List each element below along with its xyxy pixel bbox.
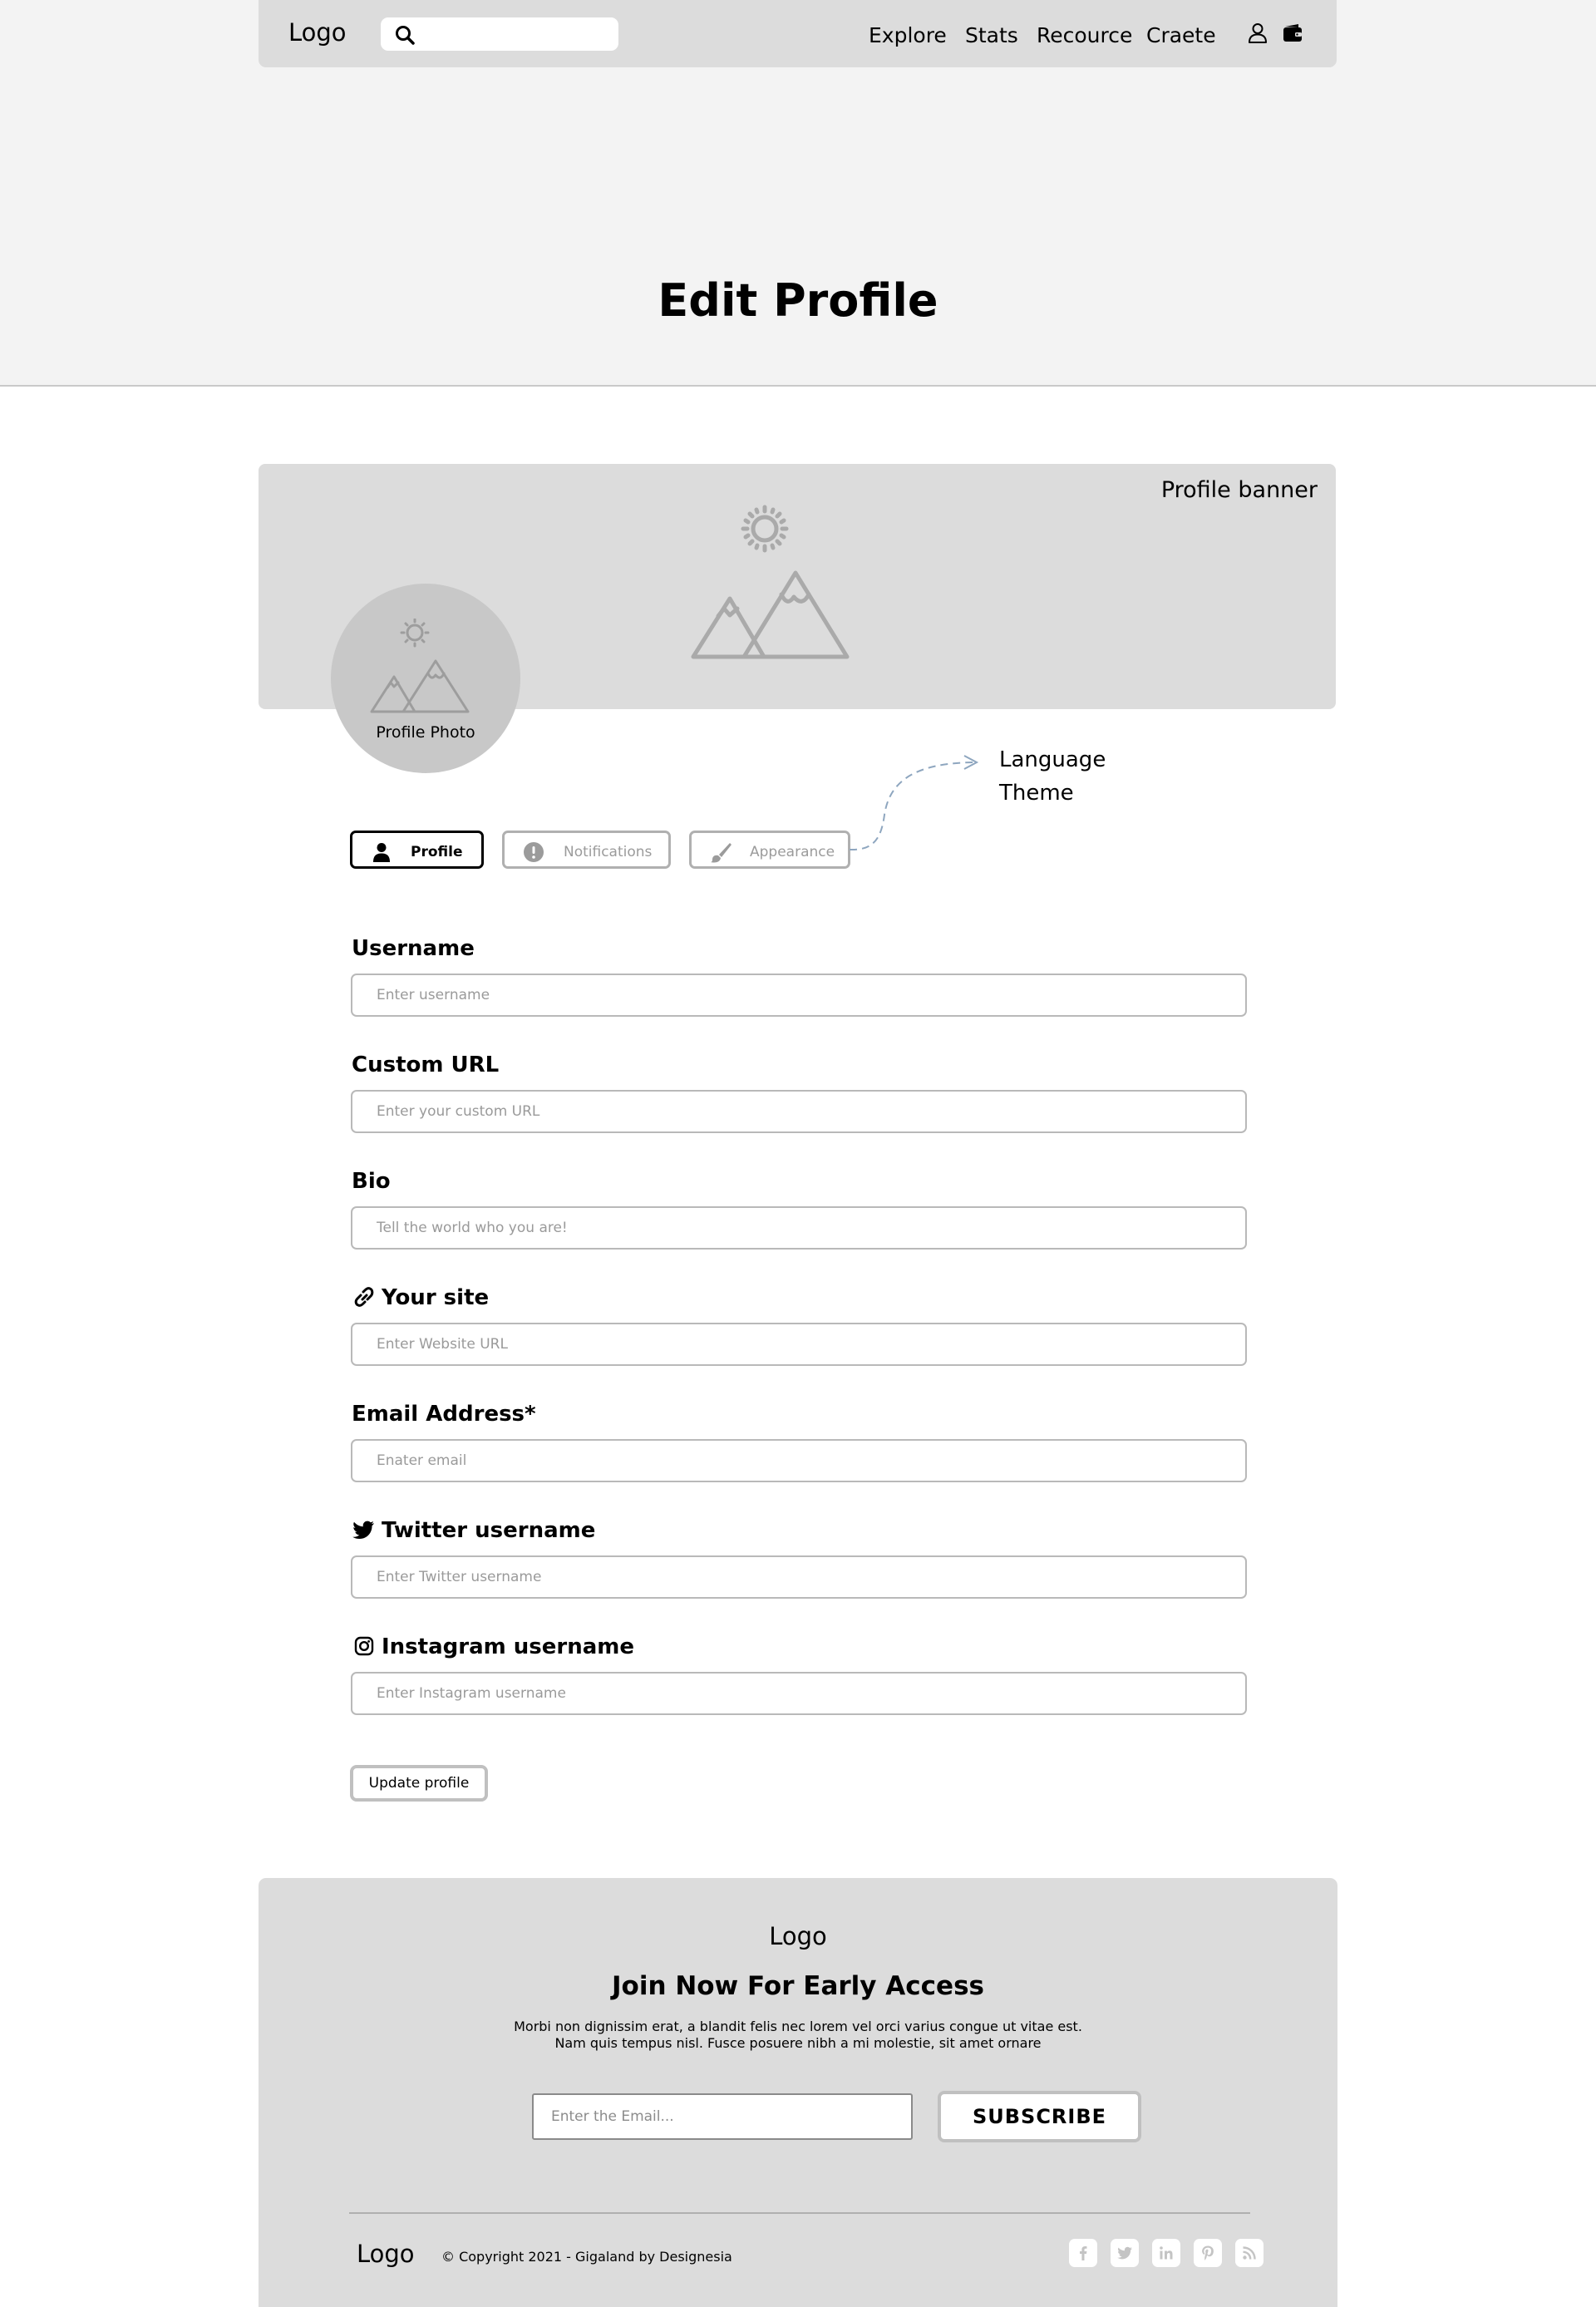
your-site-label: Your site xyxy=(352,1285,489,1310)
tab-profile-label: Profile xyxy=(411,844,463,860)
website-url-input[interactable] xyxy=(351,1323,1247,1366)
profile-photo-label: Profile Photo xyxy=(376,723,475,742)
footer-description: Morbi non dignissim erat, a blandit feli… xyxy=(514,2019,1082,2051)
footer-logo[interactable]: Logo xyxy=(259,1922,1337,1950)
twitter-username-input[interactable] xyxy=(351,1555,1247,1599)
tab-notifications[interactable]: Notifications xyxy=(502,831,671,869)
footer-heading: Join Now For Early Access xyxy=(612,1971,984,2001)
nav-create[interactable]: Craete xyxy=(1146,23,1216,47)
nav-resource[interactable]: Recource xyxy=(1037,23,1132,47)
search-icon[interactable] xyxy=(394,24,416,46)
email-input[interactable] xyxy=(351,1439,1247,1482)
tab-notifications-label: Notifications xyxy=(564,844,653,860)
instagram-username-input[interactable] xyxy=(351,1672,1247,1715)
email-label: Email Address* xyxy=(352,1402,536,1427)
newsletter-email-input[interactable] xyxy=(532,2093,913,2140)
wallet-icon[interactable] xyxy=(1281,22,1304,45)
alert-icon xyxy=(523,841,544,863)
twitter-icon[interactable] xyxy=(1111,2239,1139,2267)
twitter-label-text: Twitter username xyxy=(382,1518,596,1543)
tab-profile[interactable]: Profile xyxy=(350,831,484,869)
profile-photo[interactable]: Profile Photo xyxy=(331,584,520,773)
facebook-icon[interactable] xyxy=(1069,2239,1097,2267)
rss-icon[interactable] xyxy=(1235,2239,1264,2267)
instagram-icon xyxy=(352,1635,377,1657)
banner-image-placeholder-icon xyxy=(691,505,850,659)
tab-appearance-label: Appearance xyxy=(750,844,835,860)
instagram-label: Instagram username xyxy=(352,1634,634,1659)
linkedin-icon[interactable] xyxy=(1152,2239,1180,2267)
footer-divider xyxy=(349,2212,1250,2214)
footer: Logo Join Now For Early Access Morbi non… xyxy=(259,1878,1337,2307)
profile-photo-placeholder-icon xyxy=(370,619,470,713)
page-title: Edit Profile xyxy=(658,274,938,327)
profile-banner-label: Profile banner xyxy=(1160,477,1318,503)
twitter-icon xyxy=(352,1519,377,1540)
twitter-label: Twitter username xyxy=(352,1518,595,1543)
custom-url-input[interactable] xyxy=(351,1090,1247,1133)
hero-section: Logo Explore Stats Recource Craete Edit … xyxy=(0,0,1596,387)
search-box[interactable] xyxy=(381,17,618,51)
update-profile-button[interactable]: Update profile xyxy=(350,1765,488,1802)
your-site-label-text: Your site xyxy=(382,1285,490,1310)
nav-stats[interactable]: Stats xyxy=(965,23,1018,47)
bio-input[interactable] xyxy=(351,1206,1247,1250)
username-input[interactable] xyxy=(351,974,1247,1017)
appearance-option-theme[interactable]: Theme xyxy=(999,781,1074,806)
username-label: Username xyxy=(352,936,475,961)
user-icon[interactable] xyxy=(1246,22,1269,45)
tab-appearance[interactable]: Appearance xyxy=(689,831,850,869)
bio-label: Bio xyxy=(352,1169,391,1194)
footer-bottom-logo[interactable]: Logo xyxy=(357,2240,415,2268)
custom-url-label: Custom URL xyxy=(352,1052,500,1077)
link-icon xyxy=(352,1286,377,1308)
copyright-text: © Copyright 2021 - Gigaland by Designesi… xyxy=(441,2249,732,2265)
header-logo[interactable]: Logo xyxy=(288,18,347,47)
pinterest-icon[interactable] xyxy=(1194,2239,1222,2267)
instagram-label-text: Instagram username xyxy=(382,1634,634,1659)
paintbrush-icon xyxy=(710,841,732,863)
top-navbar: Logo Explore Stats Recource Craete xyxy=(259,0,1337,67)
user-icon xyxy=(371,841,392,863)
subscribe-button[interactable]: SUBSCRIBE xyxy=(938,2091,1141,2142)
appearance-submenu-connector xyxy=(849,755,979,851)
nav-explore[interactable]: Explore xyxy=(869,23,947,47)
appearance-option-language[interactable]: Language xyxy=(999,747,1106,772)
